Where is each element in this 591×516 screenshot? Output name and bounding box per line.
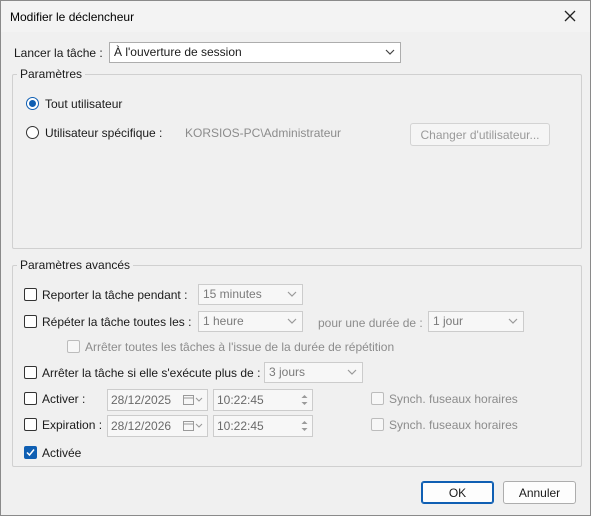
cancel-button-label: Annuler <box>518 485 561 500</box>
repeat-select[interactable]: 1 heure <box>198 311 303 332</box>
calendar-icon <box>183 395 194 405</box>
stop-if-checkbox[interactable] <box>24 366 37 379</box>
close-icon <box>564 10 576 22</box>
launch-label: Lancer la tâche : <box>14 46 103 60</box>
stop-if-select[interactable]: 3 jours <box>264 362 363 383</box>
chevron-down-icon <box>347 369 357 375</box>
close-button[interactable] <box>556 4 584 28</box>
duration-select-value: 1 jour <box>433 314 464 328</box>
title-bar: Modifier le déclencheur <box>1 1 590 32</box>
stop-if-select-value: 3 jours <box>269 365 306 379</box>
activate-sync-checkbox[interactable] <box>371 392 384 405</box>
chevron-down-icon <box>195 423 203 428</box>
delay-checkbox[interactable] <box>24 288 37 301</box>
activate-time-value: 10:22:45 <box>217 393 264 407</box>
specific-user-label: Utilisateur spécifique : <box>45 126 163 140</box>
spin-up-icon <box>301 395 308 398</box>
checkmark-icon <box>26 449 35 457</box>
expire-checkbox[interactable] <box>24 418 37 431</box>
ok-button-label: OK <box>448 485 467 500</box>
activate-date-value: 28/12/2025 <box>111 393 172 407</box>
activate-label: Activer : <box>42 392 86 406</box>
enabled-label: Activée <box>42 446 82 460</box>
expire-sync-checkbox[interactable] <box>371 418 384 431</box>
enabled-checkbox[interactable] <box>24 446 37 459</box>
delay-select-value: 15 minutes <box>203 287 262 301</box>
expire-time-value: 10:22:45 <box>217 419 264 433</box>
change-user-button[interactable]: Changer d'utilisateur... <box>410 123 550 146</box>
duration-select[interactable]: 1 jour <box>428 311 524 332</box>
spin-down-icon <box>301 402 308 405</box>
calendar-icon <box>183 421 194 431</box>
chevron-down-icon <box>385 49 395 55</box>
advanced-legend: Paramètres avancés <box>17 258 134 272</box>
expire-date-picker[interactable]: 28/12/2026 <box>107 415 208 437</box>
expire-time-picker[interactable]: 10:22:45 <box>213 415 313 437</box>
chevron-down-icon <box>287 291 297 297</box>
ok-button[interactable]: OK <box>421 481 494 504</box>
stop-all-checkbox[interactable] <box>67 340 80 353</box>
spin-buttons[interactable] <box>298 417 311 435</box>
spin-buttons[interactable] <box>298 391 311 409</box>
specific-user-radio[interactable] <box>26 126 39 139</box>
chevron-down-icon <box>195 397 203 402</box>
spin-down-icon <box>301 428 308 431</box>
repeat-label: Répéter la tâche toutes les : <box>42 315 192 329</box>
spin-up-icon <box>301 421 308 424</box>
delay-label: Reporter la tâche pendant : <box>42 288 188 302</box>
window-title: Modifier le déclencheur <box>10 10 135 24</box>
repeat-checkbox[interactable] <box>24 315 37 328</box>
delay-select[interactable]: 15 minutes <box>198 284 303 305</box>
activate-time-picker[interactable]: 10:22:45 <box>213 389 313 411</box>
chevron-down-icon <box>508 318 518 324</box>
cancel-button[interactable]: Annuler <box>503 481 576 504</box>
stop-all-label: Arrêter toutes les tâches à l'issue de l… <box>85 340 395 354</box>
expire-label: Expiration : <box>42 418 103 432</box>
chevron-down-icon <box>287 318 297 324</box>
expire-date-value: 28/12/2026 <box>111 419 172 433</box>
all-users-radio[interactable] <box>26 97 39 110</box>
settings-legend: Paramètres <box>17 67 86 81</box>
activate-sync-label: Synch. fuseaux horaires <box>389 392 518 406</box>
expire-sync-label: Synch. fuseaux horaires <box>389 418 518 432</box>
activate-date-picker[interactable]: 28/12/2025 <box>107 389 208 411</box>
activate-checkbox[interactable] <box>24 392 37 405</box>
trigger-dialog: Modifier le déclencheur Lancer la tâche … <box>0 0 591 516</box>
user-name-text: KORSIOS-PC\Administrateur <box>185 126 342 140</box>
repeat-select-value: 1 heure <box>203 314 244 328</box>
stop-if-label: Arrêter la tâche si elle s'exécute plus … <box>42 366 261 380</box>
duration-label: pour une durée de : <box>318 316 423 330</box>
launch-select-value: À l'ouverture de session <box>114 45 242 59</box>
launch-select[interactable]: À l'ouverture de session <box>109 42 401 63</box>
change-user-button-label: Changer d'utilisateur... <box>420 127 540 142</box>
all-users-label: Tout utilisateur <box>45 97 123 111</box>
